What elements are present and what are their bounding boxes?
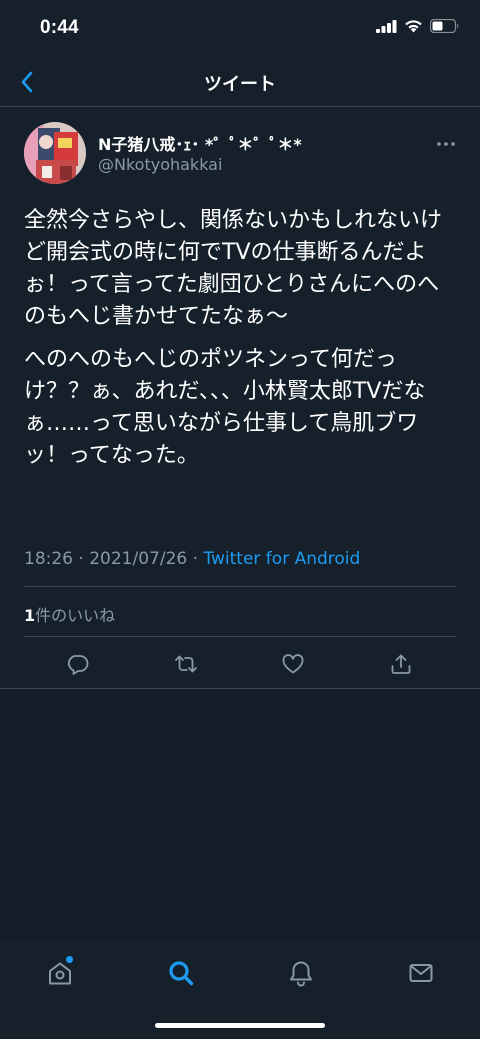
likes-label: 件のいいね: [35, 606, 116, 625]
tab-home[interactable]: [46, 956, 74, 987]
status-icons: [376, 19, 460, 33]
tweet-meta: 18:26 · 2021/07/26 · Twitter for Android: [24, 549, 360, 569]
likes-count: 1: [24, 606, 36, 625]
meta-separator: ·: [78, 549, 84, 569]
tab-notifications[interactable]: [287, 959, 315, 987]
battery-icon: [430, 19, 459, 33]
new-content-dot: [66, 956, 73, 963]
wifi-icon: [405, 20, 422, 33]
tweet-detail: N子猪八戒･ｪ･ *゜ﾟ＊゜ﾟ＊* @Nkotyohakkai 全然今さらやし、…: [0, 107, 480, 689]
tweet-time: 18:26: [24, 549, 73, 569]
share-button[interactable]: [389, 652, 413, 676]
tweet-date: 2021/07/26: [89, 549, 188, 569]
tweet-paragraph: 全然今さらやし、関係ないかもしれないけど開会式の時に何でTVの仕事断るんだよぉ！…: [24, 208, 443, 329]
more-options-button[interactable]: [436, 135, 456, 147]
avatar[interactable]: [24, 122, 86, 184]
like-button[interactable]: [281, 652, 305, 676]
tab-messages[interactable]: [407, 959, 435, 987]
retweet-icon: [175, 655, 197, 673]
retweet-button[interactable]: [174, 652, 198, 676]
meta-separator: ·: [192, 549, 199, 569]
nav-header: ツイート: [0, 58, 480, 107]
avatar-image: [24, 122, 86, 184]
more-icon: [437, 142, 455, 146]
home-icon: [49, 962, 71, 985]
likes-count-link[interactable]: 1件のいいね: [24, 602, 115, 626]
tweet-actions: [0, 652, 480, 676]
signal-icon: [376, 19, 397, 33]
share-icon: [391, 654, 411, 674]
search-icon: [169, 961, 194, 986]
tweet-text: 全然今さらやし、関係ないかもしれないけど開会式の時に何でTVの仕事断るんだよぉ！…: [24, 205, 460, 483]
like-icon: [282, 654, 304, 674]
divider: [24, 586, 456, 587]
home-indicator[interactable]: [155, 1023, 325, 1028]
status-time: 0:44: [40, 17, 79, 38]
reply-button[interactable]: [66, 652, 90, 676]
notifications-icon: [290, 961, 312, 987]
messages-icon: [409, 964, 433, 982]
status-bar: 0:44: [0, 0, 480, 58]
divider: [24, 636, 456, 637]
tweet-source-link[interactable]: Twitter for Android: [203, 549, 360, 569]
display-name[interactable]: N子猪八戒･ｪ･ *゜ﾟ＊゜ﾟ＊*: [98, 131, 302, 155]
user-handle[interactable]: @Nkotyohakkai: [98, 155, 222, 174]
page-title: ツイート: [204, 74, 276, 95]
tab-search[interactable]: [167, 959, 195, 987]
reply-icon: [67, 655, 89, 675]
tweet-paragraph: へのへのもへじのポツネンって何だっけ？？ぁ、あれだ、、、小林賢太郎TVだなぁ………: [24, 347, 426, 468]
